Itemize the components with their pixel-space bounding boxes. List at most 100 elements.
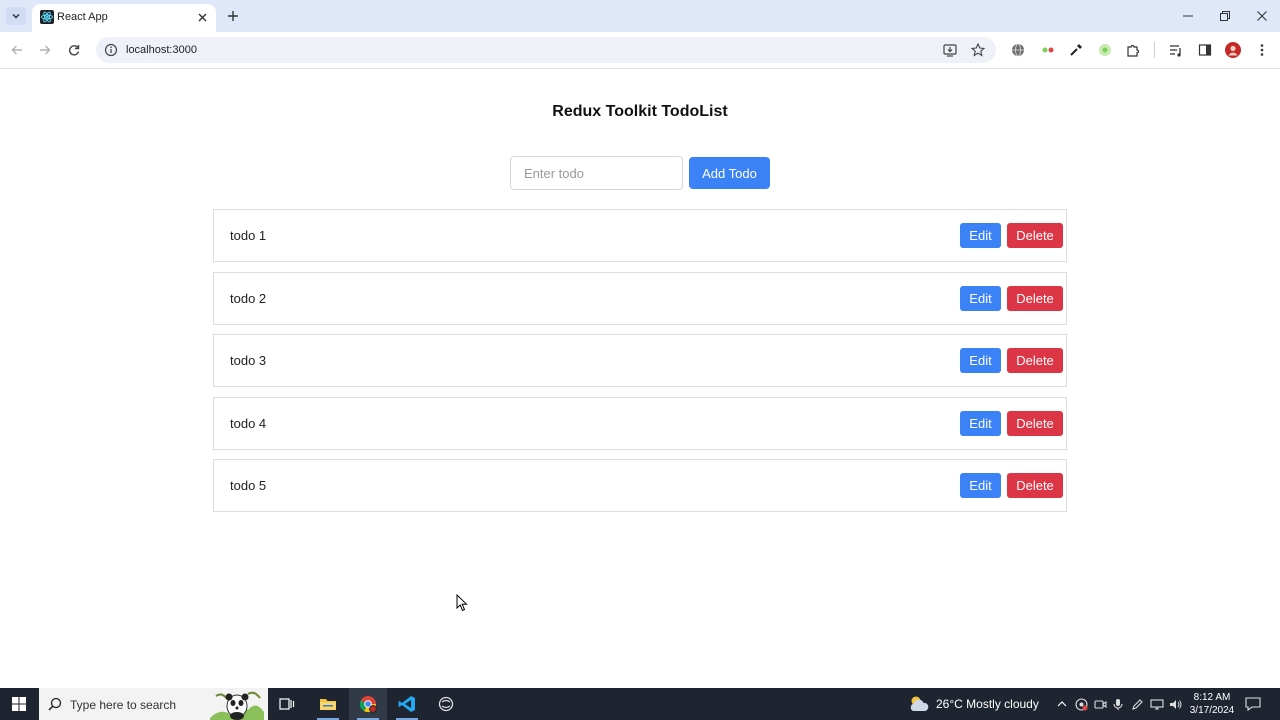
tab-title: React App bbox=[57, 11, 108, 23]
browser-menu-button[interactable] bbox=[1254, 42, 1270, 58]
taskbar-vscode[interactable] bbox=[388, 688, 426, 720]
media-queue-icon bbox=[1170, 45, 1181, 57]
profile-button[interactable] bbox=[1225, 42, 1241, 58]
task-view-icon bbox=[279, 698, 295, 710]
weather-text: 26°C Mostly cloudy bbox=[936, 697, 1039, 711]
taskbar-search-box[interactable]: Type here to search bbox=[39, 688, 268, 720]
reload-icon bbox=[68, 45, 80, 56]
delete-button[interactable]: Delete bbox=[1007, 410, 1063, 436]
todo-text: todo 5 bbox=[230, 478, 267, 493]
more-vertical-icon bbox=[1260, 44, 1264, 56]
search-highlight-panda-icon bbox=[210, 691, 264, 720]
todo-input[interactable] bbox=[510, 156, 683, 190]
delete-button[interactable]: Delete bbox=[1007, 473, 1063, 498]
windows-logo-icon bbox=[12, 697, 26, 711]
chevron-down-icon bbox=[12, 13, 20, 19]
browser-tab-strip: React App bbox=[0, 0, 1280, 32]
bookmark-button[interactable] bbox=[970, 42, 986, 58]
restore-button[interactable] bbox=[1215, 6, 1235, 26]
arrow-left-icon bbox=[11, 45, 22, 55]
task-view-button[interactable] bbox=[268, 688, 306, 720]
pen-icon bbox=[1131, 698, 1143, 710]
page-title: Redux Toolkit TodoList bbox=[552, 103, 728, 120]
toolbar-divider bbox=[1154, 42, 1155, 58]
todo-item: todo 2 Edit Delete bbox=[213, 271, 1067, 325]
delete-button[interactable]: Delete bbox=[1007, 285, 1063, 311]
close-window-button[interactable] bbox=[1252, 6, 1272, 26]
side-panel-button[interactable] bbox=[1197, 42, 1213, 58]
minimize-icon bbox=[1183, 15, 1193, 17]
browser-toolbar: localhost:3000 bbox=[0, 32, 1280, 69]
extension-globe[interactable] bbox=[1010, 42, 1026, 58]
reload-button[interactable] bbox=[65, 41, 83, 59]
color-dots-icon bbox=[1042, 47, 1054, 53]
address-bar[interactable]: localhost:3000 bbox=[96, 37, 996, 63]
close-icon bbox=[198, 13, 206, 21]
avatar-icon bbox=[1225, 42, 1241, 58]
edit-button[interactable]: Edit bbox=[960, 410, 1001, 436]
tray-microphone[interactable] bbox=[1111, 697, 1125, 711]
delete-button[interactable]: Delete bbox=[1007, 348, 1063, 373]
extension-dots[interactable] bbox=[1040, 42, 1056, 58]
start-button[interactable] bbox=[0, 688, 38, 720]
new-tab-button[interactable] bbox=[224, 7, 242, 25]
clock-date: 3/17/2024 bbox=[1189, 705, 1235, 716]
volume-icon bbox=[1170, 699, 1182, 709]
taskbar-clock[interactable]: 8:12 AM 3/17/2024 bbox=[1184, 691, 1240, 717]
microphone-icon bbox=[1113, 698, 1123, 710]
tray-meet[interactable] bbox=[1093, 697, 1107, 711]
edit-button[interactable]: Edit bbox=[960, 223, 1001, 248]
install-app-button[interactable] bbox=[942, 42, 958, 58]
tray-network[interactable] bbox=[1150, 697, 1164, 711]
tray-volume[interactable] bbox=[1169, 697, 1183, 711]
extension-eyedropper[interactable] bbox=[1068, 42, 1084, 58]
taskbar-chrome[interactable] bbox=[349, 688, 387, 720]
extensions-button[interactable] bbox=[1125, 42, 1141, 58]
add-todo-button[interactable]: Add Todo bbox=[689, 157, 770, 189]
edit-button[interactable]: Edit bbox=[960, 348, 1001, 373]
site-info-icon[interactable] bbox=[104, 43, 118, 57]
eyedropper-icon bbox=[1070, 44, 1082, 56]
minimize-button[interactable] bbox=[1178, 6, 1198, 26]
install-app-icon bbox=[943, 44, 957, 57]
browser-tab[interactable]: React App bbox=[32, 4, 216, 32]
taskbar-app[interactable] bbox=[427, 688, 465, 720]
notification-icon[interactable] bbox=[1244, 696, 1262, 712]
close-icon bbox=[1257, 11, 1267, 21]
tab-search-button[interactable] bbox=[6, 7, 26, 25]
url-text: localhost:3000 bbox=[126, 44, 197, 56]
puzzle-icon bbox=[1127, 44, 1140, 57]
todo-text: todo 4 bbox=[230, 415, 267, 431]
todo-text: todo 2 bbox=[230, 290, 267, 306]
todo-text: todo 3 bbox=[230, 353, 267, 368]
back-button[interactable] bbox=[8, 41, 26, 59]
clock-time: 8:12 AM bbox=[1193, 692, 1231, 703]
globe-icon bbox=[1012, 43, 1024, 57]
chrome-status-icon bbox=[1074, 697, 1088, 711]
arrow-right-icon bbox=[40, 45, 51, 55]
network-icon bbox=[1150, 698, 1164, 710]
delete-button[interactable]: Delete bbox=[1007, 223, 1063, 248]
taskbar: Type here to search 26°C Mostly cloudy 8… bbox=[0, 688, 1280, 720]
extension-green[interactable] bbox=[1097, 42, 1113, 58]
todo-item: todo 4 Edit Delete bbox=[213, 396, 1067, 450]
tab-close-button[interactable] bbox=[194, 9, 210, 25]
todo-item: todo 3 Edit Delete bbox=[213, 334, 1067, 387]
tray-overflow-button[interactable] bbox=[1055, 697, 1069, 711]
folder-icon bbox=[320, 699, 336, 710]
vscode-icon bbox=[398, 696, 415, 712]
forward-button[interactable] bbox=[36, 41, 54, 59]
chrome-icon bbox=[359, 696, 377, 713]
edit-button[interactable]: Edit bbox=[960, 473, 1001, 498]
tray-chrome-status[interactable] bbox=[1074, 697, 1088, 711]
react-logo-icon bbox=[40, 10, 54, 24]
star-icon bbox=[971, 43, 985, 57]
todo-item: todo 1 Edit Delete bbox=[213, 209, 1067, 262]
weather-widget[interactable]: 26°C Mostly cloudy bbox=[908, 688, 1039, 720]
media-control-button[interactable] bbox=[1168, 42, 1184, 58]
taskbar-file-explorer[interactable] bbox=[309, 688, 347, 720]
edit-button[interactable]: Edit bbox=[960, 285, 1001, 311]
chevron-up-icon bbox=[1057, 701, 1067, 707]
mouse-cursor-icon bbox=[456, 594, 468, 612]
tray-pen[interactable] bbox=[1130, 697, 1144, 711]
